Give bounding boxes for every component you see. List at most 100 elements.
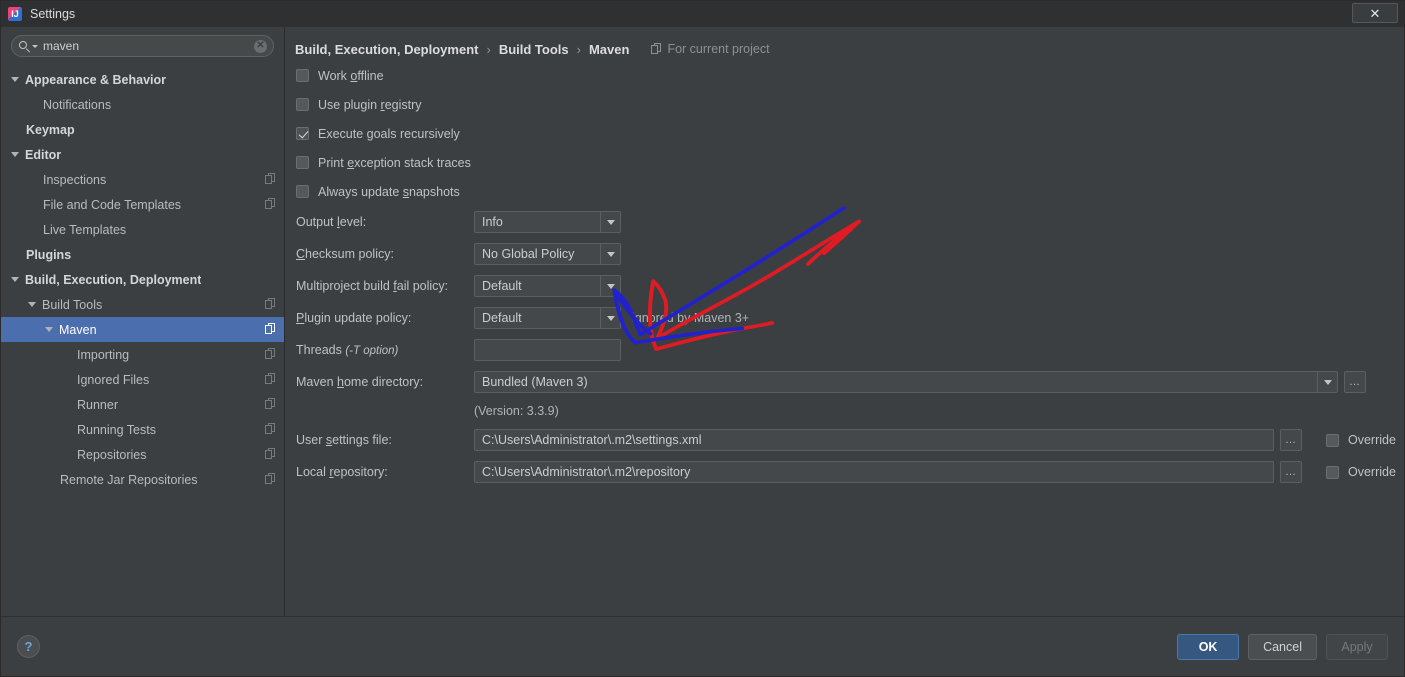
plugin-update-policy-chevron-down-icon[interactable] bbox=[600, 308, 620, 328]
user-settings-override-box bbox=[1326, 433, 1339, 447]
local-repository-input[interactable]: C:\Users\Administrator\.m2\repository bbox=[474, 461, 1274, 483]
user-settings-override-checkbox[interactable]: Override bbox=[1326, 433, 1396, 447]
sidebar-item-file-and-code-templates[interactable]: File and Code Templates bbox=[1, 192, 284, 217]
checkbox-label: Work offline bbox=[318, 68, 384, 83]
sidebar-item-label: Runner bbox=[77, 397, 118, 412]
maven-home-directory-chevron-down-icon[interactable] bbox=[1317, 372, 1337, 392]
breadcrumb-separator-2: › bbox=[576, 41, 581, 57]
cancel-button[interactable]: Cancel bbox=[1248, 633, 1317, 660]
plugin-update-policy-select[interactable]: Default bbox=[474, 307, 621, 329]
sidebar-item-plugins[interactable]: Plugins bbox=[1, 242, 284, 267]
dialog-button-group: OK Cancel Apply bbox=[1177, 633, 1388, 660]
sidebar-item-build-execution-deployment[interactable]: Build, Execution, Deployment bbox=[1, 267, 284, 292]
plugin-update-policy-row: Plugin update policy: Default ignored by… bbox=[285, 302, 1404, 334]
project-scope-icon bbox=[265, 323, 276, 335]
checksum-policy-select[interactable]: No Global Policy bbox=[474, 243, 621, 265]
sidebar-item-label: Appearance & Behavior bbox=[25, 72, 167, 87]
sidebar-item-inspections[interactable]: Inspections bbox=[1, 167, 284, 192]
help-icon[interactable]: ? bbox=[17, 635, 40, 658]
checkbox-label: Always update snapshots bbox=[318, 184, 460, 199]
breadcrumb-item-build-execution-deployment[interactable]: Build, Execution, Deployment bbox=[295, 42, 478, 57]
settings-dialog: IJ Settings ✕ maven ✕ Appearance & Behav… bbox=[0, 0, 1405, 677]
ok-button[interactable]: OK bbox=[1177, 633, 1240, 660]
sidebar-item-label: Live Templates bbox=[43, 222, 127, 237]
breadcrumb-item-maven[interactable]: Maven bbox=[589, 42, 629, 57]
breadcrumb-item-build-tools[interactable]: Build Tools bbox=[499, 42, 569, 57]
local-repository-row: Local repository: C:\Users\Administrator… bbox=[285, 456, 1404, 488]
dialog-title: Settings bbox=[30, 7, 76, 21]
sidebar-item-runner[interactable]: Runner bbox=[1, 392, 284, 417]
local-repository-browse-button[interactable]: … bbox=[1280, 461, 1302, 483]
local-repository-override-checkbox[interactable]: Override bbox=[1326, 465, 1396, 479]
chevron-down-icon[interactable] bbox=[28, 302, 36, 307]
checkbox-box bbox=[296, 69, 309, 82]
checkbox-box bbox=[296, 156, 309, 169]
multiproject-fail-policy-chevron-down-icon[interactable] bbox=[600, 276, 620, 296]
checksum-policy-value: No Global Policy bbox=[482, 247, 575, 261]
search-icon bbox=[18, 40, 31, 53]
sidebar-item-notifications[interactable]: Notifications bbox=[1, 92, 284, 117]
plugin-update-policy-note: ignored by Maven 3+ bbox=[632, 311, 750, 325]
multiproject-fail-policy-select[interactable]: Default bbox=[474, 275, 621, 297]
search-container: maven ✕ bbox=[1, 35, 284, 63]
sidebar-item-label: Ignored Files bbox=[77, 372, 150, 387]
search-input[interactable]: maven ✕ bbox=[11, 35, 274, 57]
sidebar-item-label: Maven bbox=[59, 322, 97, 337]
clear-search-icon[interactable]: ✕ bbox=[254, 39, 267, 53]
maven-settings-panel: Build, Execution, Deployment › Build Too… bbox=[285, 27, 1404, 616]
checksum-policy-chevron-down-icon[interactable] bbox=[600, 244, 620, 264]
close-icon[interactable]: ✕ bbox=[1352, 3, 1398, 23]
local-repository-label: Local repository: bbox=[296, 465, 388, 479]
dialog-titlebar: IJ Settings ✕ bbox=[1, 1, 1404, 27]
user-settings-file-label: User settings file: bbox=[296, 433, 392, 447]
sidebar-item-live-templates[interactable]: Live Templates bbox=[1, 217, 284, 242]
output-level-select[interactable]: Info bbox=[474, 211, 621, 233]
maven-home-directory-select[interactable]: Bundled (Maven 3) bbox=[474, 371, 1338, 393]
output-level-chevron-down-icon[interactable] bbox=[600, 212, 620, 232]
checkbox-label: Execute goals recursively bbox=[318, 126, 460, 141]
sidebar-item-keymap[interactable]: Keymap bbox=[1, 117, 284, 142]
chevron-down-icon[interactable] bbox=[11, 277, 19, 282]
maven-version-note: (Version: 3.3.9) bbox=[474, 404, 559, 418]
sidebar-item-remote-jar-repositories[interactable]: Remote Jar Repositories bbox=[1, 467, 284, 492]
sidebar-item-maven[interactable]: Maven bbox=[1, 317, 284, 342]
multiproject-fail-policy-value: Default bbox=[482, 279, 522, 293]
output-level-row: Output level: Info bbox=[285, 206, 1404, 238]
user-settings-file-browse-button[interactable]: … bbox=[1280, 429, 1302, 451]
chevron-down-icon[interactable] bbox=[45, 327, 53, 332]
maven-home-directory-browse-button[interactable]: … bbox=[1344, 371, 1366, 393]
checkbox-execute-goals-recursively[interactable]: Execute goals recursively bbox=[285, 119, 1404, 148]
user-settings-file-input[interactable]: C:\Users\Administrator\.m2\settings.xml bbox=[474, 429, 1274, 451]
maven-home-directory-label: Maven home directory: bbox=[296, 375, 424, 389]
project-scope-icon bbox=[651, 43, 662, 55]
sidebar-item-label: Build Tools bbox=[42, 297, 103, 312]
chevron-down-icon[interactable] bbox=[11, 77, 19, 82]
checkbox-use-plugin-registry[interactable]: Use plugin registry bbox=[285, 90, 1404, 119]
settings-tree[interactable]: Appearance & Behavior Notifications Keymap… bbox=[1, 63, 284, 616]
checkbox-always-update-snapshots[interactable]: Always update snapshots bbox=[285, 177, 1404, 206]
chevron-down-icon[interactable] bbox=[32, 44, 38, 48]
dialog-body: maven ✕ Appearance & Behavior Notificatio… bbox=[1, 27, 1404, 616]
checkbox-work-offline[interactable]: Work offline bbox=[285, 61, 1404, 90]
scope-note: For current project bbox=[651, 42, 770, 56]
sidebar-item-ignored-files[interactable]: Ignored Files bbox=[1, 367, 284, 392]
chevron-down-icon[interactable] bbox=[11, 152, 19, 157]
local-repository-override-label: Override bbox=[1348, 465, 1396, 479]
checkbox-box bbox=[296, 98, 309, 111]
breadcrumb: Build, Execution, Deployment › Build Too… bbox=[285, 27, 1404, 61]
plugin-update-policy-label: Plugin update policy: bbox=[296, 311, 412, 325]
sidebar-item-importing[interactable]: Importing bbox=[1, 342, 284, 367]
project-scope-icon bbox=[265, 298, 276, 310]
sidebar-item-label: File and Code Templates bbox=[43, 197, 182, 212]
threads-row: Threads (-T option) bbox=[285, 334, 1404, 366]
threads-input[interactable] bbox=[474, 339, 621, 361]
sidebar-item-appearance-behavior[interactable]: Appearance & Behavior bbox=[1, 67, 284, 92]
project-scope-icon bbox=[265, 373, 276, 385]
sidebar-item-build-tools[interactable]: Build Tools bbox=[1, 292, 284, 317]
sidebar-item-label: Editor bbox=[25, 147, 62, 162]
sidebar-item-repositories[interactable]: Repositories bbox=[1, 442, 284, 467]
sidebar-item-running-tests[interactable]: Running Tests bbox=[1, 417, 284, 442]
checksum-policy-row: Checksum policy: No Global Policy bbox=[285, 238, 1404, 270]
sidebar-item-editor[interactable]: Editor bbox=[1, 142, 284, 167]
checkbox-print-exception-stack-traces[interactable]: Print exception stack traces bbox=[285, 148, 1404, 177]
